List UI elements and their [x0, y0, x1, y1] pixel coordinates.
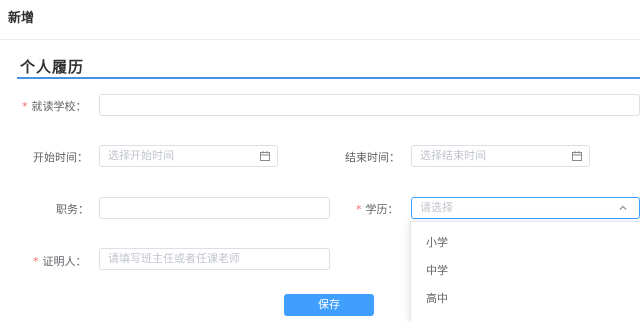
- section-title: 个人履历: [20, 58, 85, 76]
- required-mark: *: [22, 100, 28, 113]
- page-title: 新增: [8, 11, 35, 26]
- end-time-picker[interactable]: 选择结束时间: [411, 145, 590, 167]
- end-time-label: 结束时间：: [345, 151, 400, 164]
- education-select[interactable]: 请选择: [411, 197, 640, 219]
- start-time-label: 开始时间：: [33, 151, 88, 164]
- required-mark: *: [356, 203, 362, 216]
- dropdown-option[interactable]: 中学: [411, 257, 640, 285]
- start-time-placeholder: 选择开始时间: [108, 149, 174, 162]
- witness-placeholder: 请填写班主任或者任课老师: [108, 252, 240, 265]
- calendar-icon: [572, 151, 582, 161]
- school-label: * 就读学校：: [22, 98, 87, 114]
- witness-label: * 证明人：: [33, 253, 87, 269]
- header-divider: [0, 39, 640, 40]
- education-dropdown: 小学 中学 高中: [410, 221, 640, 321]
- end-time-placeholder: 选择结束时间: [420, 149, 486, 162]
- school-input[interactable]: [99, 94, 640, 116]
- section-underline: [17, 77, 640, 79]
- dropdown-option[interactable]: 高中: [411, 285, 640, 313]
- school-label-text: 就读学校：: [31, 100, 87, 113]
- required-mark: *: [33, 255, 39, 268]
- education-label-text: 学历：: [365, 203, 399, 216]
- save-button[interactable]: 保存: [284, 294, 374, 316]
- dropdown-option[interactable]: 小学: [411, 229, 640, 257]
- chevron-up-icon: [619, 205, 627, 210]
- calendar-icon: [260, 151, 270, 161]
- education-placeholder: 请选择: [420, 201, 453, 214]
- education-label: * 学历：: [356, 201, 399, 217]
- start-time-picker[interactable]: 选择开始时间: [99, 145, 278, 167]
- witness-label-text: 证明人：: [42, 255, 87, 268]
- position-label: 职务：: [56, 203, 89, 216]
- position-input[interactable]: [99, 197, 330, 219]
- witness-input[interactable]: 请填写班主任或者任课老师: [99, 248, 330, 270]
